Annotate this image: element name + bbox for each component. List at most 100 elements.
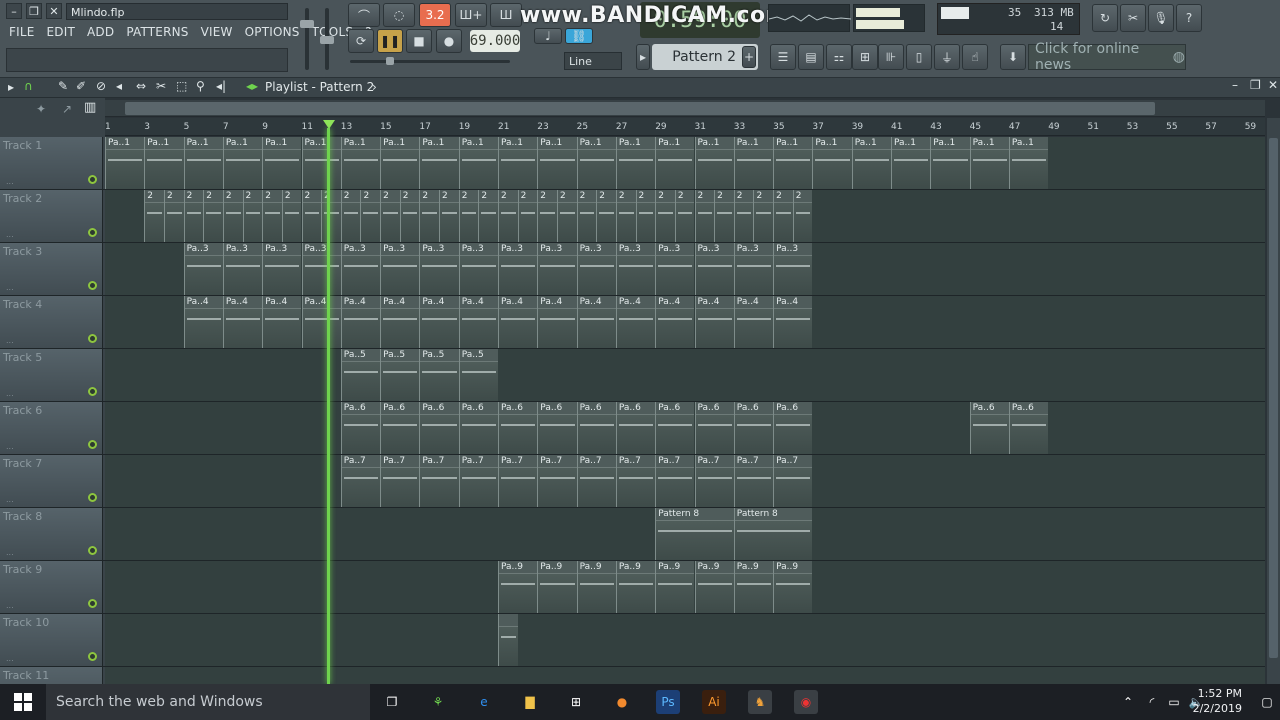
pattern-clip[interactable]: 2 — [458, 190, 479, 242]
track-mute-icon[interactable] — [88, 387, 97, 396]
pattern-clip[interactable]: Pa..4 — [537, 296, 577, 348]
pattern-clip[interactable]: Pa..4 — [458, 296, 498, 348]
pattern-clip[interactable]: Pa..6 — [615, 402, 656, 454]
pattern-clip[interactable]: Pa..7 — [694, 455, 734, 507]
pattern-clip[interactable]: Pa..7 — [380, 455, 420, 507]
pattern-clip[interactable]: Pa..1 — [851, 137, 891, 189]
pattern-clip[interactable]: 2 — [321, 190, 341, 242]
track-mute-icon[interactable] — [88, 546, 97, 555]
pattern-clip[interactable]: Pa..6 — [380, 402, 420, 454]
pattern-clip[interactable]: Pa..5 — [380, 349, 420, 401]
track-mute-icon[interactable] — [88, 652, 97, 661]
firefox-icon[interactable]: ● — [610, 690, 634, 714]
pattern-clip[interactable]: Pa..5 — [458, 349, 498, 401]
countdown-icon[interactable]: 3.2 — [419, 3, 451, 27]
playlist-icon[interactable]: ☰ — [770, 44, 796, 70]
track-menu-icon[interactable]: ... — [6, 283, 14, 292]
pattern-clip[interactable]: Pa..1 — [733, 137, 774, 189]
pattern-clip[interactable]: Pa..7 — [458, 455, 498, 507]
pattern-clip[interactable]: Pa..6 — [1008, 402, 1049, 454]
pattern-clip[interactable]: 2 — [635, 190, 656, 242]
pattern-clip[interactable]: Pa..1 — [655, 137, 695, 189]
pattern-clip[interactable]: Pa..1 — [301, 137, 341, 189]
pattern-clip[interactable]: 2 — [360, 190, 381, 242]
pattern-clip[interactable]: 2 — [537, 190, 557, 242]
snap-mode-select[interactable]: Line — [564, 52, 622, 70]
pattern-clip[interactable]: Pa..3 — [262, 243, 302, 295]
browser-icon[interactable]: ▯ — [906, 44, 932, 70]
track-header[interactable]: Track 2... — [0, 190, 103, 242]
track-header[interactable]: Track 1... — [0, 137, 103, 189]
undo-icon[interactable]: ↻ — [1092, 4, 1118, 32]
pattern-clip[interactable]: Pa..1 — [694, 137, 734, 189]
pattern-clip[interactable]: Pa..6 — [340, 402, 381, 454]
magnet-icon[interactable]: ∩ — [24, 79, 33, 93]
pattern-clip[interactable]: Pa..6 — [498, 402, 538, 454]
pattern-clip[interactable]: 2 — [596, 190, 616, 242]
add-pattern-icon[interactable]: + — [742, 46, 756, 68]
pattern-clip[interactable]: Pa..4 — [498, 296, 538, 348]
pattern-clip[interactable]: Pa..1 — [537, 137, 577, 189]
slice-icon[interactable]: ✂ — [156, 79, 166, 93]
pattern-clip[interactable]: Pa..1 — [891, 137, 931, 189]
track-header[interactable]: Track 10... — [0, 614, 103, 666]
action-center-icon[interactable]: ▢ — [1258, 690, 1276, 714]
pattern-clip[interactable]: 2 — [439, 190, 459, 242]
pattern-clip[interactable]: Pa..3 — [733, 243, 774, 295]
pattern-clip[interactable]: Pa..9 — [694, 561, 734, 613]
pattern-clip[interactable]: Pa..7 — [733, 455, 774, 507]
position-slider[interactable] — [350, 57, 510, 65]
pattern-clip[interactable]: 2 — [792, 190, 813, 242]
restore-icon[interactable]: ❐ — [26, 3, 42, 19]
help-icon[interactable]: ? — [1176, 4, 1202, 32]
track-mute-icon[interactable] — [88, 334, 97, 343]
step-icon[interactable]: ⊞ — [852, 44, 878, 70]
track-header[interactable]: Track 3... — [0, 243, 103, 295]
track-menu-icon[interactable]: ... — [6, 389, 14, 398]
pattern-clip[interactable]: Pa..3 — [380, 243, 420, 295]
pattern-clip[interactable]: Pa..1 — [222, 137, 263, 189]
pattern-clip[interactable]: 2 — [478, 190, 498, 242]
pattern-clip[interactable]: Pa..3 — [340, 243, 381, 295]
pattern-clip[interactable]: 2 — [222, 190, 243, 242]
snap-icon[interactable]: ♩ — [534, 28, 562, 44]
pattern-clip[interactable]: Pa..1 — [498, 137, 538, 189]
cut-icon[interactable]: ✂ — [1120, 4, 1146, 32]
file-explorer-icon[interactable]: ▇ — [518, 690, 542, 714]
mixer-icon[interactable]: ⊪ — [878, 44, 904, 70]
channel-rack-icon[interactable]: ⚏ — [826, 44, 852, 70]
link-icon[interactable]: ⛓ — [565, 28, 593, 44]
pattern-clip[interactable]: 2 — [262, 190, 282, 242]
pattern-clip[interactable]: Pa..7 — [615, 455, 656, 507]
pattern-clip[interactable]: Pa..1 — [340, 137, 381, 189]
photoshop-icon[interactable]: Ps — [656, 690, 680, 714]
pattern-clip[interactable]: Pa..4 — [694, 296, 734, 348]
pattern-clip[interactable]: Pa..9 — [537, 561, 577, 613]
network-icon[interactable]: ◜ — [1140, 690, 1164, 714]
track-lane[interactable] — [105, 349, 1265, 401]
menu-options[interactable]: OPTIONS — [244, 25, 301, 39]
pattern-clip[interactable]: Pa..7 — [576, 455, 616, 507]
menu-patterns[interactable]: PATTERNS — [125, 25, 189, 39]
delete-icon[interactable]: ⊘ — [96, 79, 106, 93]
pattern-clip[interactable]: Pa..1 — [773, 137, 813, 189]
pattern-clip[interactable]: 2 — [419, 190, 440, 242]
playlist-menu-arrow-icon[interactable]: ▸ — [8, 80, 14, 94]
tray-arrow-icon[interactable]: ⌃ — [1116, 690, 1140, 714]
zoom-icon[interactable]: ⚲ — [196, 79, 205, 93]
track-header[interactable]: Track 5... — [0, 349, 103, 401]
track-mute-icon[interactable] — [88, 493, 97, 502]
track-header[interactable]: Track 11... — [0, 667, 103, 684]
bandicam-icon[interactable]: ◉ — [794, 690, 818, 714]
pattern-clip[interactable]: Pa..4 — [222, 296, 263, 348]
playlist-close-icon[interactable]: ✕ — [1268, 78, 1278, 92]
pattern-clip[interactable]: Pa..7 — [655, 455, 695, 507]
menu-edit[interactable]: EDIT — [46, 25, 77, 39]
mute-icon[interactable]: ◂ — [116, 79, 122, 93]
pattern-clip[interactable]: 2 — [733, 190, 754, 242]
pattern-clip[interactable]: Pa..4 — [183, 296, 223, 348]
pattern-clip[interactable]: Pa..4 — [655, 296, 695, 348]
pattern-clip[interactable]: Pa..7 — [537, 455, 577, 507]
vertical-scrollbar-thumb[interactable] — [1269, 138, 1278, 658]
select-icon[interactable]: ⬚ — [176, 79, 187, 93]
